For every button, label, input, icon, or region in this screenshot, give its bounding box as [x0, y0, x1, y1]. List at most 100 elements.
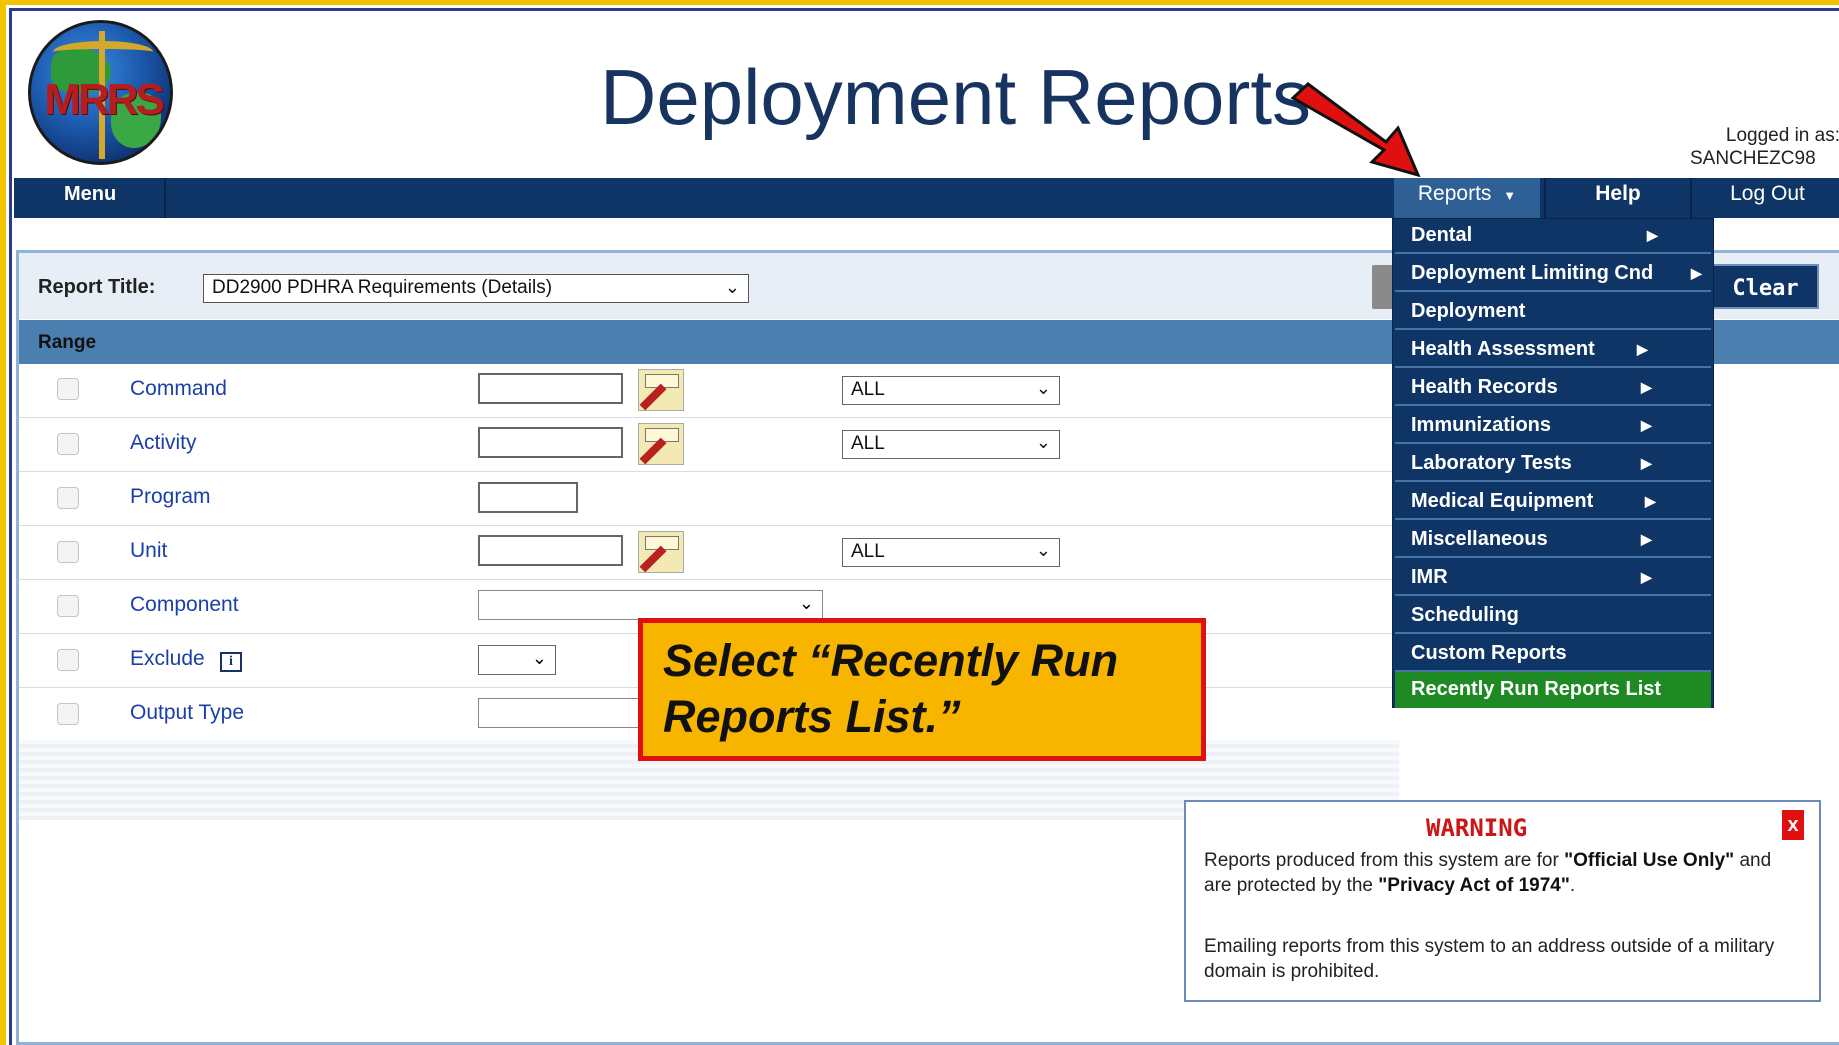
range-row-unit: [19, 526, 1399, 580]
menu-item-recently-run-reports-list[interactable]: Recently Run Reports List: [1395, 672, 1711, 708]
menu-item-label: Scheduling: [1411, 604, 1519, 626]
output-type-checkbox[interactable]: [57, 703, 79, 725]
menu-item-label: Health Assessment: [1411, 338, 1595, 360]
caret-right-icon: ▶: [1691, 265, 1702, 281]
unit-picker-icon[interactable]: [638, 531, 684, 573]
activity-scope-select[interactable]: ALL ⌄: [842, 430, 1060, 459]
annotation-arrow-down: [1290, 82, 1421, 178]
chevron-down-icon: ⌄: [724, 277, 740, 297]
menu-item-medical-equipment[interactable]: Medical Equipment ▶: [1395, 484, 1711, 520]
command-checkbox[interactable]: [57, 378, 79, 400]
menu-item-scheduling[interactable]: Scheduling: [1395, 598, 1711, 634]
command-input[interactable]: [478, 373, 623, 404]
warning-close-button[interactable]: x: [1782, 810, 1804, 840]
exclude-label[interactable]: Exclude: [130, 647, 205, 671]
activity-scope-value: ALL: [851, 433, 885, 454]
menu-item-custom-reports[interactable]: Custom Reports: [1395, 636, 1711, 672]
nav-reports-label: Reports: [1417, 182, 1492, 205]
range-row-activity: [19, 418, 1399, 472]
command-picker-icon[interactable]: [638, 369, 684, 411]
range-label: Range: [38, 332, 97, 353]
nav-logout-button[interactable]: Log Out: [1696, 178, 1839, 218]
unit-checkbox[interactable]: [57, 541, 79, 563]
clear-button[interactable]: Clear: [1712, 264, 1819, 309]
menu-item-label: Health Records: [1411, 376, 1558, 398]
chevron-down-icon: ⌄: [531, 648, 547, 668]
menu-item-label: Recently Run Reports List: [1411, 678, 1662, 700]
logged-in-label: Logged in as:: [1725, 125, 1839, 146]
activity-checkbox[interactable]: [57, 433, 79, 455]
component-label[interactable]: Component: [130, 593, 239, 617]
program-checkbox[interactable]: [57, 487, 79, 509]
warning-title: WARNING: [1426, 814, 1528, 842]
menu-item-label: Dental: [1411, 224, 1473, 246]
command-label[interactable]: Command: [130, 377, 227, 401]
command-scope-select[interactable]: ALL ⌄: [842, 376, 1060, 405]
exclude-select[interactable]: ⌄: [478, 645, 556, 675]
chevron-down-icon: ⌄: [798, 593, 814, 613]
menu-item-deployment-limiting-cnd[interactable]: Deployment Limiting Cnd ▶: [1395, 256, 1711, 292]
slide-frame-top: [0, 0, 1839, 5]
caret-right-icon: ▶: [1637, 341, 1648, 357]
unit-label[interactable]: Unit: [130, 539, 167, 563]
caret-right-icon: ▶: [1641, 531, 1652, 547]
caret-right-icon: ▶: [1647, 227, 1658, 243]
activity-label[interactable]: Activity: [130, 431, 197, 455]
activity-input[interactable]: [478, 427, 623, 458]
caret-down-icon: ▼: [1503, 188, 1517, 203]
menu-item-label: Custom Reports: [1411, 642, 1567, 664]
chevron-down-icon: ⌄: [1035, 432, 1051, 452]
caret-right-icon: ▶: [1641, 569, 1652, 585]
menu-item-dental[interactable]: Dental ▶: [1395, 218, 1711, 254]
component-select[interactable]: ⌄: [478, 590, 823, 620]
caret-right-icon: ▶: [1641, 455, 1652, 471]
warning-paragraph-2: Emailing reports from this system to an …: [1204, 936, 1775, 982]
menu-item-deployment[interactable]: Deployment: [1395, 294, 1711, 330]
menu-item-miscellaneous[interactable]: Miscellaneous ▶: [1395, 522, 1711, 558]
menu-item-immunizations[interactable]: Immunizations ▶: [1395, 408, 1711, 444]
mrrs-logo: MRRS: [28, 20, 173, 165]
window-border-left: [9, 8, 12, 1045]
menu-item-label: Immunizations: [1411, 414, 1552, 436]
menu-item-health-records[interactable]: Health Records ▶: [1395, 370, 1711, 406]
menu-item-label: Miscellaneous: [1411, 528, 1548, 550]
instruction-callout-text: Select “Recently Run Reports List.”: [663, 635, 1119, 742]
run-button[interactable]: [1372, 265, 1394, 309]
range-row-program: [19, 472, 1399, 526]
info-icon[interactable]: i: [220, 652, 242, 672]
nav-menu-button[interactable]: Menu: [14, 178, 166, 218]
logged-in-user: SANCHEZC98: [1690, 148, 1816, 169]
menu-item-imr[interactable]: IMR ▶: [1395, 560, 1711, 596]
caret-right-icon: ▶: [1641, 417, 1652, 433]
menu-item-label: Medical Equipment: [1411, 490, 1594, 512]
activity-picker-icon[interactable]: [638, 423, 684, 465]
command-scope-value: ALL: [851, 379, 885, 400]
menu-item-label: Laboratory Tests: [1411, 452, 1572, 474]
program-input[interactable]: [478, 482, 578, 513]
caret-right-icon: ▶: [1645, 493, 1656, 509]
nav-help-button[interactable]: Help: [1544, 178, 1692, 218]
warning-paragraph-1: Reports produced from this system are fo…: [1204, 850, 1772, 896]
menu-item-label: IMR: [1411, 566, 1448, 588]
menu-item-laboratory-tests[interactable]: Laboratory Tests ▶: [1395, 446, 1711, 482]
program-label[interactable]: Program: [130, 485, 211, 509]
menu-item-label: Deployment: [1411, 300, 1526, 322]
window-border-top: [9, 8, 1839, 11]
unit-input[interactable]: [478, 535, 623, 566]
report-title-select[interactable]: DD2900 PDHRA Requirements (Details) ⌄: [203, 274, 749, 303]
page-title: Deployment Reports: [600, 53, 1311, 141]
component-checkbox[interactable]: [57, 595, 79, 617]
unit-scope-select[interactable]: ALL ⌄: [842, 538, 1060, 567]
menu-item-label: Deployment Limiting Cnd: [1411, 262, 1654, 284]
report-title-label: Report Title:: [38, 276, 156, 298]
nav-reports-button[interactable]: Reports ▼: [1394, 178, 1540, 218]
slide-frame-left: [0, 0, 6, 1045]
chevron-down-icon: ⌄: [1035, 378, 1051, 398]
unit-scope-value: ALL: [851, 541, 885, 562]
caret-right-icon: ▶: [1641, 379, 1652, 395]
output-type-select[interactable]: [478, 698, 648, 728]
exclude-checkbox[interactable]: [57, 649, 79, 671]
output-type-label[interactable]: Output Type: [130, 701, 244, 725]
chevron-down-icon: ⌄: [1035, 540, 1051, 560]
menu-item-health-assessment[interactable]: Health Assessment ▶: [1395, 332, 1711, 368]
